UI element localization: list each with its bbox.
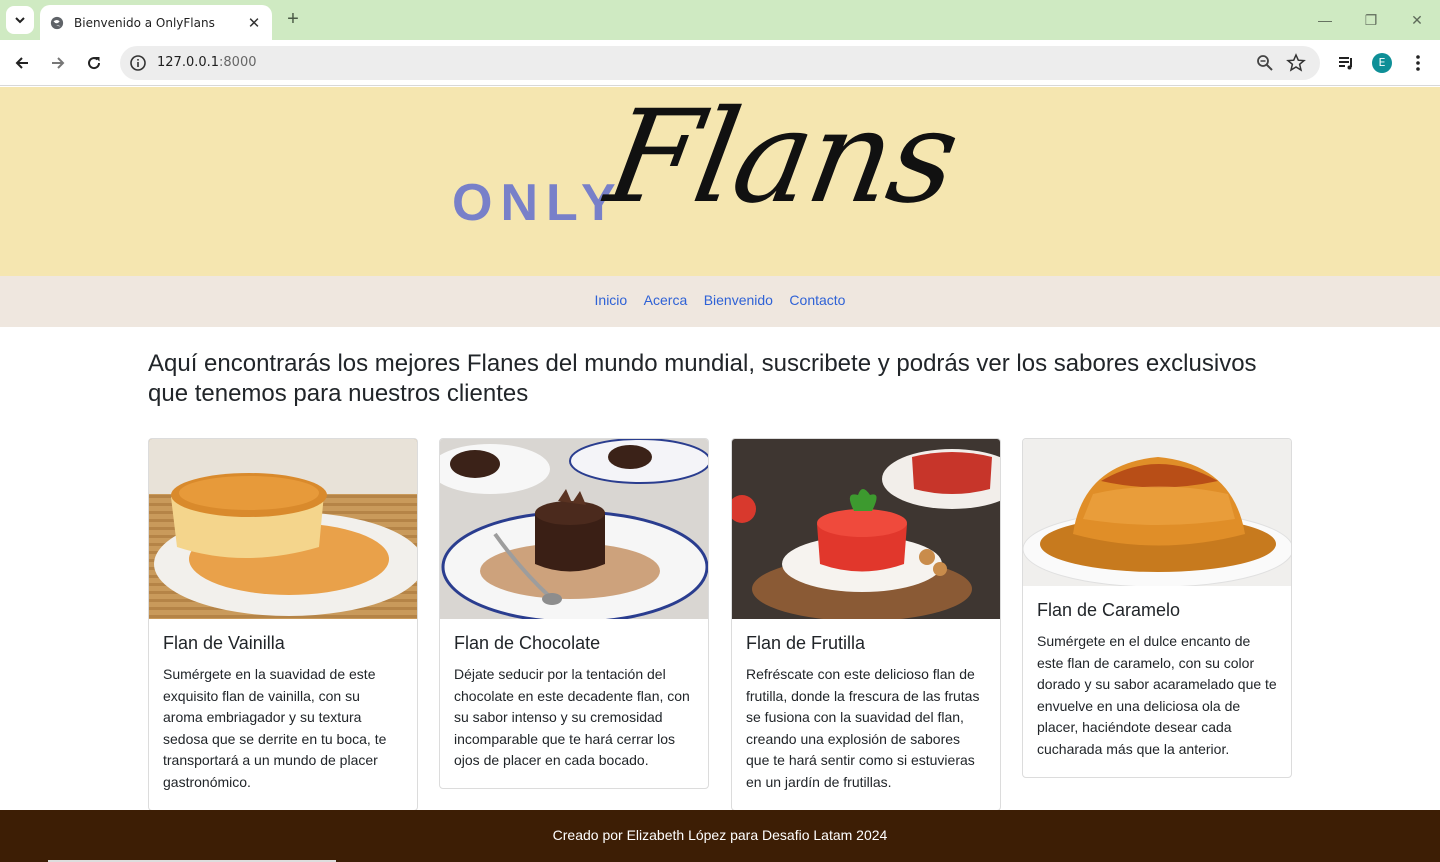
close-tab-icon[interactable]: ✕ xyxy=(246,14,262,32)
card-text: Refréscate con este delicioso flan de fr… xyxy=(746,666,980,790)
card-title: Flan de Frutilla xyxy=(746,633,866,653)
back-button[interactable] xyxy=(10,51,34,75)
caramel-flan-image xyxy=(1023,439,1291,586)
card-text: Sumérgete en la suavidad de este exquisi… xyxy=(163,666,387,790)
zoom-icon[interactable] xyxy=(1256,54,1274,72)
browser-tab-strip: Bienvenido a OnlyFlans ✕ + — ❐ ✕ xyxy=(0,0,1440,40)
kebab-menu-icon[interactable] xyxy=(1407,52,1429,74)
tab-search-button[interactable] xyxy=(6,6,34,34)
logo-flans-text: Flans xyxy=(596,83,968,232)
product-card: Flan de Chocolate Déjate seducir por la … xyxy=(439,438,709,789)
close-window-icon[interactable]: ✕ xyxy=(1407,10,1427,30)
reload-button[interactable] xyxy=(82,51,106,75)
nav-link-contacto[interactable]: Contacto xyxy=(789,292,845,308)
chevron-down-icon xyxy=(15,17,25,24)
main-nav: Inicio Acerca Bienvenido Contacto xyxy=(0,276,1440,327)
nav-link-bienvenido[interactable]: Bienvenido xyxy=(704,292,773,308)
card-title: Flan de Caramelo xyxy=(1037,600,1181,620)
intro-heading: Aquí encontrarás los mejores Flanes del … xyxy=(148,350,1257,407)
vanilla-flan-image xyxy=(149,439,417,619)
nav-link-inicio[interactable]: Inicio xyxy=(595,292,628,308)
new-tab-button[interactable]: + xyxy=(282,8,304,30)
card-title: Flan de Chocolate xyxy=(454,633,601,653)
web-page: ONLY Flans Inicio Acerca Bienvenido Cont… xyxy=(0,83,1440,862)
bookmark-star-icon[interactable] xyxy=(1286,53,1306,73)
address-bar[interactable]: 127.0.0.1:8000 xyxy=(120,46,1320,80)
globe-icon xyxy=(50,16,64,29)
site-info-icon[interactable] xyxy=(129,54,147,72)
site-header: ONLY Flans xyxy=(0,83,1440,276)
product-card: Flan de Vainilla Sumérgete en la suavida… xyxy=(148,438,418,811)
reading-list-icon[interactable] xyxy=(1335,52,1357,74)
tab-title: Bienvenido a OnlyFlans xyxy=(74,15,215,30)
site-logo[interactable]: ONLY Flans xyxy=(450,83,995,245)
chocolate-flan-image xyxy=(440,439,708,619)
strawberry-flan-image xyxy=(732,439,1000,619)
arrow-left-icon xyxy=(15,57,28,69)
nav-link-acerca[interactable]: Acerca xyxy=(644,292,688,308)
site-footer: Creado por Elizabeth López para Desafio … xyxy=(0,810,1440,862)
product-card: Flan de Caramelo Sumérgete en el dulce e… xyxy=(1022,438,1292,778)
browser-tab[interactable]: Bienvenido a OnlyFlans ✕ xyxy=(40,5,272,40)
browser-toolbar: 127.0.0.1:8000 E xyxy=(0,40,1440,86)
minimize-icon[interactable]: — xyxy=(1315,10,1335,30)
product-card: Flan de Frutilla Refréscate con este del… xyxy=(731,438,1001,811)
card-text: Déjate seducir por la tentación del choc… xyxy=(454,666,690,769)
card-title: Flan de Vainilla xyxy=(163,633,285,653)
reload-icon xyxy=(88,57,101,70)
url-text[interactable]: 127.0.0.1:8000 xyxy=(157,55,257,70)
restore-icon[interactable]: ❐ xyxy=(1361,10,1381,30)
card-text: Sumérgete en el dulce encanto de este fl… xyxy=(1037,633,1277,757)
arrow-right-icon xyxy=(52,57,65,69)
profile-avatar[interactable]: E xyxy=(1372,53,1392,73)
forward-button[interactable] xyxy=(46,51,70,75)
footer-text: Creado por Elizabeth López para Desafio … xyxy=(552,827,888,843)
